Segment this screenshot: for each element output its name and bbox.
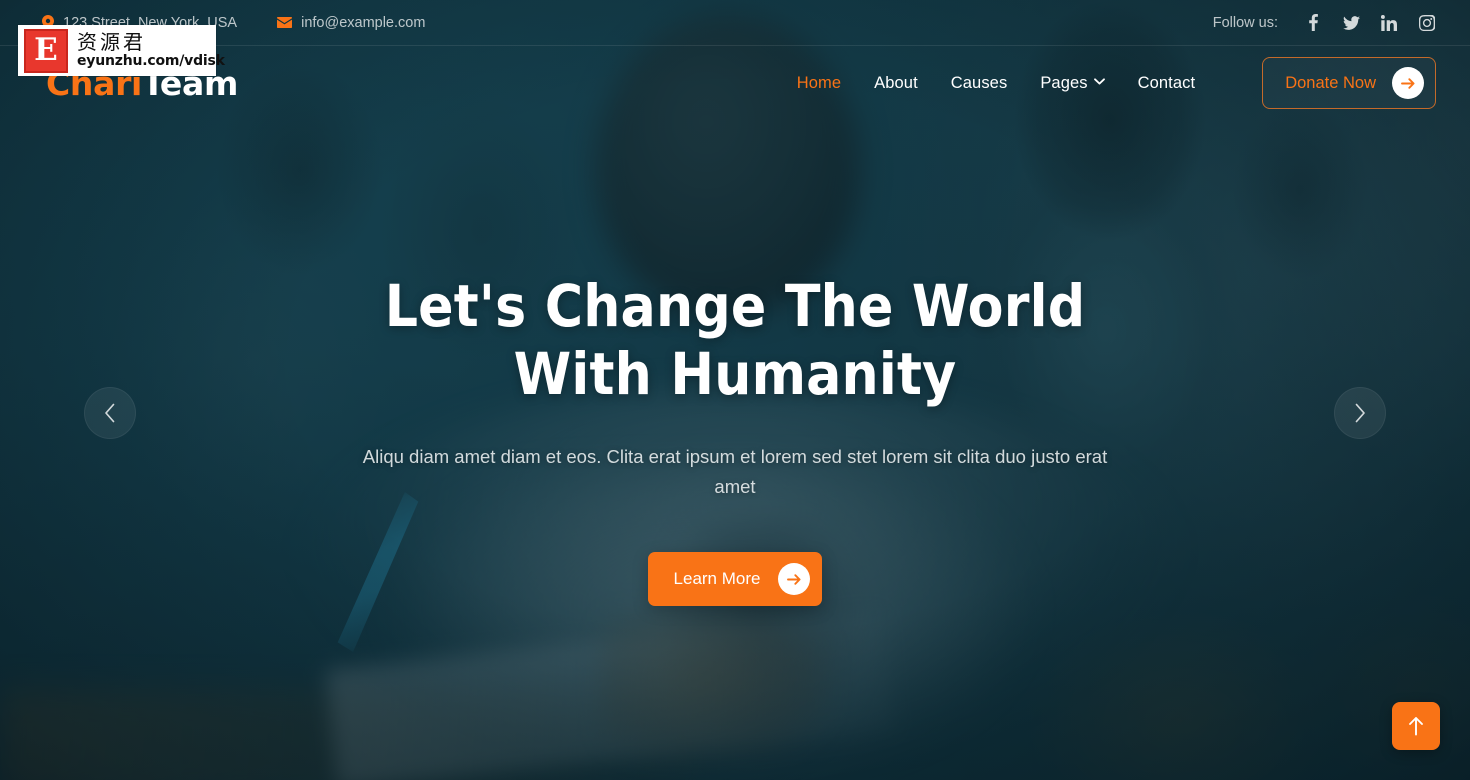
nav-link-about[interactable]: About — [874, 74, 918, 93]
learn-more-button[interactable]: Learn More — [647, 552, 823, 606]
follow-us-label: Follow us: — [1212, 14, 1278, 31]
hero-content: Let's Change The World With Humanity Ali… — [0, 120, 1470, 780]
arrow-right-icon — [1392, 67, 1424, 99]
watermark-logo-icon: E — [24, 28, 68, 73]
linkedin-icon[interactable] — [1380, 14, 1398, 32]
hero-title-line-two: With Humanity — [513, 340, 957, 408]
nav-item-home[interactable]: Home — [797, 74, 841, 93]
envelope-icon — [277, 17, 293, 28]
carousel-prev-button[interactable] — [84, 387, 136, 439]
watermark-overlay: E 资源君 eyunzhu.com/vdisk — [18, 25, 225, 76]
chevron-down-icon — [1093, 76, 1105, 88]
twitter-icon[interactable] — [1342, 14, 1360, 32]
arrow-up-icon — [1408, 716, 1424, 736]
carousel-next-button[interactable] — [1334, 387, 1386, 439]
chevron-right-icon — [1354, 403, 1366, 423]
nav-link-pages[interactable]: Pages — [1040, 74, 1087, 93]
watermark-text: 资源君 eyunzhu.com/vdisk — [77, 31, 225, 70]
nav-item-contact[interactable]: Contact — [1138, 74, 1196, 93]
nav-item-pages[interactable]: Pages — [1040, 74, 1105, 93]
arrow-right-icon — [778, 563, 811, 595]
learn-more-label: Learn More — [673, 569, 761, 588]
donate-now-button[interactable]: Donate Now — [1262, 57, 1436, 109]
back-to-top-button[interactable] — [1392, 702, 1440, 750]
chevron-left-icon — [104, 403, 116, 423]
nav-link-contact[interactable]: Contact — [1138, 74, 1196, 93]
topbar-email-text: info@example.com — [301, 14, 426, 31]
watermark-cn-text: 资源君 — [77, 30, 146, 54]
nav-item-causes[interactable]: Causes — [951, 74, 1008, 93]
donate-now-label: Donate Now — [1285, 73, 1376, 92]
watermark-url: eyunzhu.com/vdisk — [77, 53, 225, 69]
facebook-icon[interactable] — [1304, 14, 1322, 32]
nav-item-about[interactable]: About — [874, 74, 918, 93]
hero-title: Let's Change The World With Humanity — [385, 272, 1086, 408]
hero-title-line-one: Let's Change The World — [384, 272, 1086, 340]
instagram-icon[interactable] — [1418, 14, 1436, 32]
topbar-email[interactable]: info@example.com — [277, 15, 425, 31]
nav-link-home[interactable]: Home — [797, 74, 841, 93]
nav-link-causes[interactable]: Causes — [951, 74, 1008, 93]
topbar-social-group: Follow us: — [1213, 14, 1436, 32]
main-navigation: Home About Causes Pages Contact Donate N… — [797, 57, 1436, 109]
hero-subtitle: Aliqu diam amet diam et eos. Clita erat … — [362, 446, 1108, 497]
